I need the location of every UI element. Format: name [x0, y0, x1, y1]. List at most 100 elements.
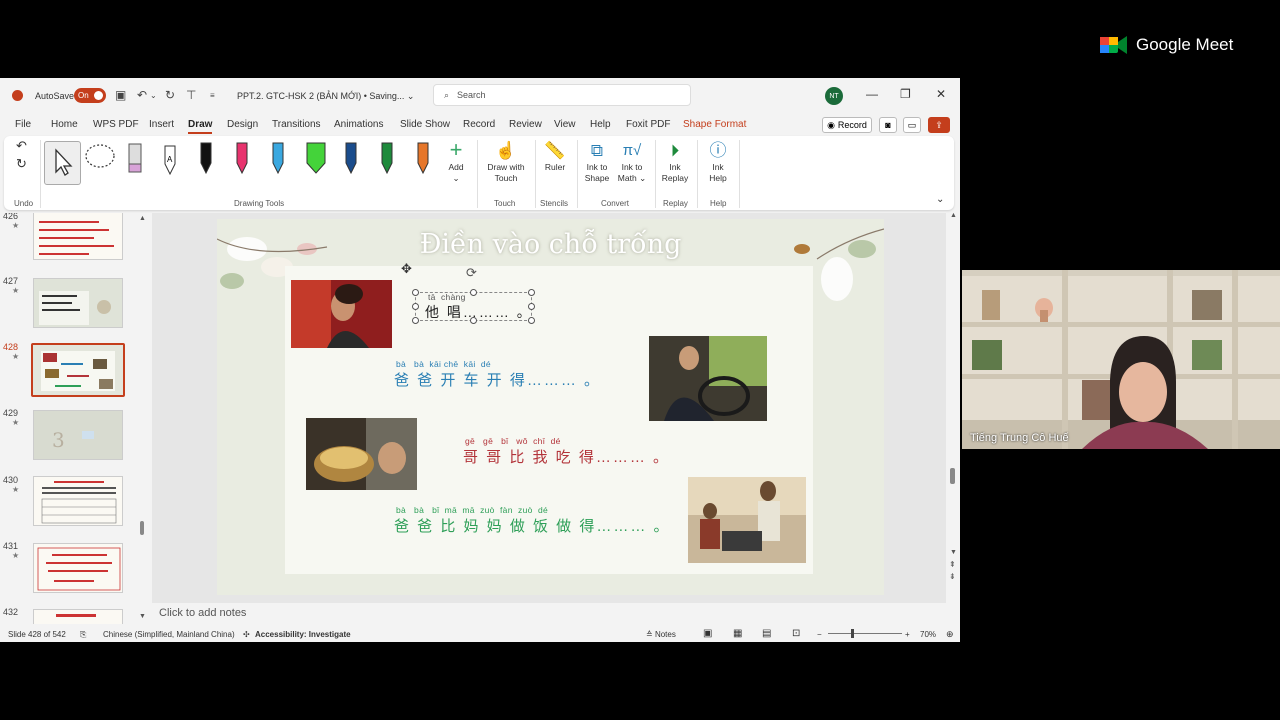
pencil-orange-icon[interactable]: [415, 141, 431, 175]
highlighter-pink-icon[interactable]: [234, 141, 250, 175]
pencil-pen-icon[interactable]: A: [161, 140, 179, 179]
select-tool-button[interactable]: [44, 141, 81, 185]
resize-handle[interactable]: [412, 317, 419, 324]
pen-navy-icon[interactable]: [343, 141, 359, 175]
tab-review[interactable]: Review: [509, 119, 542, 130]
save-icon[interactable]: ▣: [115, 88, 126, 102]
pen-black-icon[interactable]: [198, 141, 214, 175]
minimize-icon[interactable]: —: [866, 87, 878, 101]
draw-with-touch-button[interactable]: ☝ Draw with Touch: [482, 140, 530, 184]
participant-video-tile[interactable]: [962, 270, 1280, 449]
photo-driver[interactable]: [649, 336, 767, 421]
text-selection-box[interactable]: ⟳: [412, 265, 535, 324]
slide-thumbnail-432[interactable]: [33, 609, 123, 624]
eraser-icon[interactable]: [126, 140, 144, 179]
rotate-handle-icon[interactable]: ⟳: [466, 265, 477, 281]
format-painter-icon[interactable]: ⊤: [186, 88, 196, 102]
lasso-select-icon[interactable]: [84, 142, 118, 175]
tab-foxit-pdf[interactable]: Foxit PDF: [626, 119, 670, 130]
avatar[interactable]: NT: [825, 87, 843, 105]
tab-insert[interactable]: Insert: [149, 119, 174, 130]
slide-thumbnail-428[interactable]: [31, 343, 125, 397]
tab-shape-format[interactable]: Shape Format: [683, 119, 746, 130]
notes-pane[interactable]: Click to add notes: [152, 604, 946, 624]
record-button[interactable]: ◉ Record: [822, 117, 872, 133]
camera-icon[interactable]: ◙: [879, 117, 897, 133]
tab-file[interactable]: File: [15, 119, 31, 130]
scrollbar-thumb[interactable]: [950, 468, 955, 484]
slide-thumbnail-427[interactable]: [33, 278, 123, 328]
restore-icon[interactable]: ❐: [900, 87, 911, 101]
tab-draw[interactable]: Draw: [188, 119, 213, 134]
scroll-up-icon[interactable]: ▲: [950, 212, 957, 219]
resize-handle[interactable]: [528, 289, 535, 296]
tab-home[interactable]: Home: [51, 119, 78, 130]
tab-view[interactable]: View: [554, 119, 576, 130]
document-title[interactable]: PPT.2. GTC-HSK 2 (BẢN MỚI) • Saving... ⌄: [237, 91, 414, 102]
fit-to-window-icon[interactable]: ⊕: [946, 629, 954, 640]
tab-design[interactable]: Design: [227, 119, 258, 130]
photo-singer[interactable]: [291, 280, 392, 348]
slide[interactable]: Điền vào chỗ trống tā chàng 他 唱……… 。 ⟳ b…: [217, 219, 884, 595]
slide-thumbnail-429[interactable]: 3: [33, 410, 123, 460]
zoom-slider[interactable]: [828, 633, 902, 634]
reading-view-icon[interactable]: ▤: [762, 628, 771, 639]
ruler-button[interactable]: 📏 Ruler: [540, 140, 570, 173]
language-status[interactable]: Chinese (Simplified, Mainland China): [103, 630, 235, 639]
resize-handle[interactable]: [470, 317, 477, 324]
undo-icon[interactable]: ↶: [16, 139, 27, 152]
search-input[interactable]: ⌕ Search: [433, 84, 691, 106]
resize-handle[interactable]: [528, 303, 535, 310]
ink-to-math-button[interactable]: π√ Ink to Math ⌄: [615, 140, 649, 184]
tab-wps-pdf[interactable]: WPS PDF: [93, 119, 139, 130]
tab-animations[interactable]: Animations: [334, 119, 383, 130]
collapse-ribbon-icon[interactable]: ⌄: [936, 194, 944, 205]
ink-replay-button[interactable]: ⏵ Ink Replay: [660, 140, 690, 184]
tab-record[interactable]: Record: [463, 119, 495, 130]
normal-view-icon[interactable]: ▣: [703, 628, 712, 639]
photo-eating-chips[interactable]: [306, 418, 417, 490]
scroll-down-icon[interactable]: ▼: [950, 549, 957, 556]
redo-icon[interactable]: ↻: [165, 88, 175, 102]
autosave-toggle[interactable]: On: [74, 88, 106, 103]
slide-thumbnail-426[interactable]: [33, 213, 123, 260]
slide-sorter-icon[interactable]: ▦: [733, 628, 742, 639]
zoom-in-icon[interactable]: +: [905, 630, 910, 639]
resize-handle[interactable]: [470, 289, 477, 296]
resize-handle[interactable]: [412, 303, 419, 310]
customize-toolbar-icon[interactable]: ≡: [210, 91, 215, 100]
slide-thumbnail-430[interactable]: [33, 476, 123, 526]
slide-thumbnail-431[interactable]: [33, 543, 123, 593]
add-pen-button[interactable]: + Add ⌄: [445, 138, 467, 184]
previous-slide-icon[interactable]: ⇞: [949, 560, 956, 569]
accessibility-status[interactable]: Accessibility: Investigate: [255, 630, 351, 639]
highlighter-blue-icon[interactable]: [270, 141, 286, 175]
zoom-level[interactable]: 70%: [920, 630, 936, 639]
photo-family-cooking[interactable]: [688, 477, 806, 563]
slide-vertical-scrollbar[interactable]: ▲ ▼ ⇞ ⇟: [948, 212, 960, 624]
close-icon[interactable]: ✕: [936, 87, 946, 101]
slideshow-icon[interactable]: ⊡: [792, 628, 800, 639]
ink-help-button[interactable]: ⓘ Ink Help: [704, 140, 732, 184]
tab-help[interactable]: Help: [590, 119, 611, 130]
spelling-icon[interactable]: ⎘: [80, 630, 86, 640]
zoom-out-icon[interactable]: −: [817, 630, 822, 639]
comments-icon[interactable]: ▭: [903, 117, 921, 133]
highlighter-green-icon[interactable]: [306, 141, 326, 175]
scroll-down-icon[interactable]: ▼: [139, 613, 146, 620]
scroll-up-icon[interactable]: ▲: [139, 215, 146, 222]
redo-icon[interactable]: ↻: [16, 157, 27, 170]
notes-toggle[interactable]: ≙ Notes: [646, 630, 676, 639]
tab-transitions[interactable]: Transitions: [272, 119, 321, 130]
thumbnails-scrollbar[interactable]: ▲ ▼: [139, 215, 146, 621]
undo-icon[interactable]: ↶: [137, 88, 147, 102]
resize-handle[interactable]: [528, 317, 535, 324]
tab-slide-show[interactable]: Slide Show: [400, 119, 450, 130]
ink-to-shape-button[interactable]: ⧉ Ink to Shape: [582, 140, 612, 184]
resize-handle[interactable]: [412, 289, 419, 296]
share-icon[interactable]: ⇪: [928, 117, 950, 133]
next-slide-icon[interactable]: ⇟: [949, 572, 956, 581]
pen-green-icon[interactable]: [379, 141, 395, 175]
scrollbar-thumb[interactable]: [140, 521, 144, 535]
undo-dropdown-icon[interactable]: ⌄: [150, 91, 157, 100]
